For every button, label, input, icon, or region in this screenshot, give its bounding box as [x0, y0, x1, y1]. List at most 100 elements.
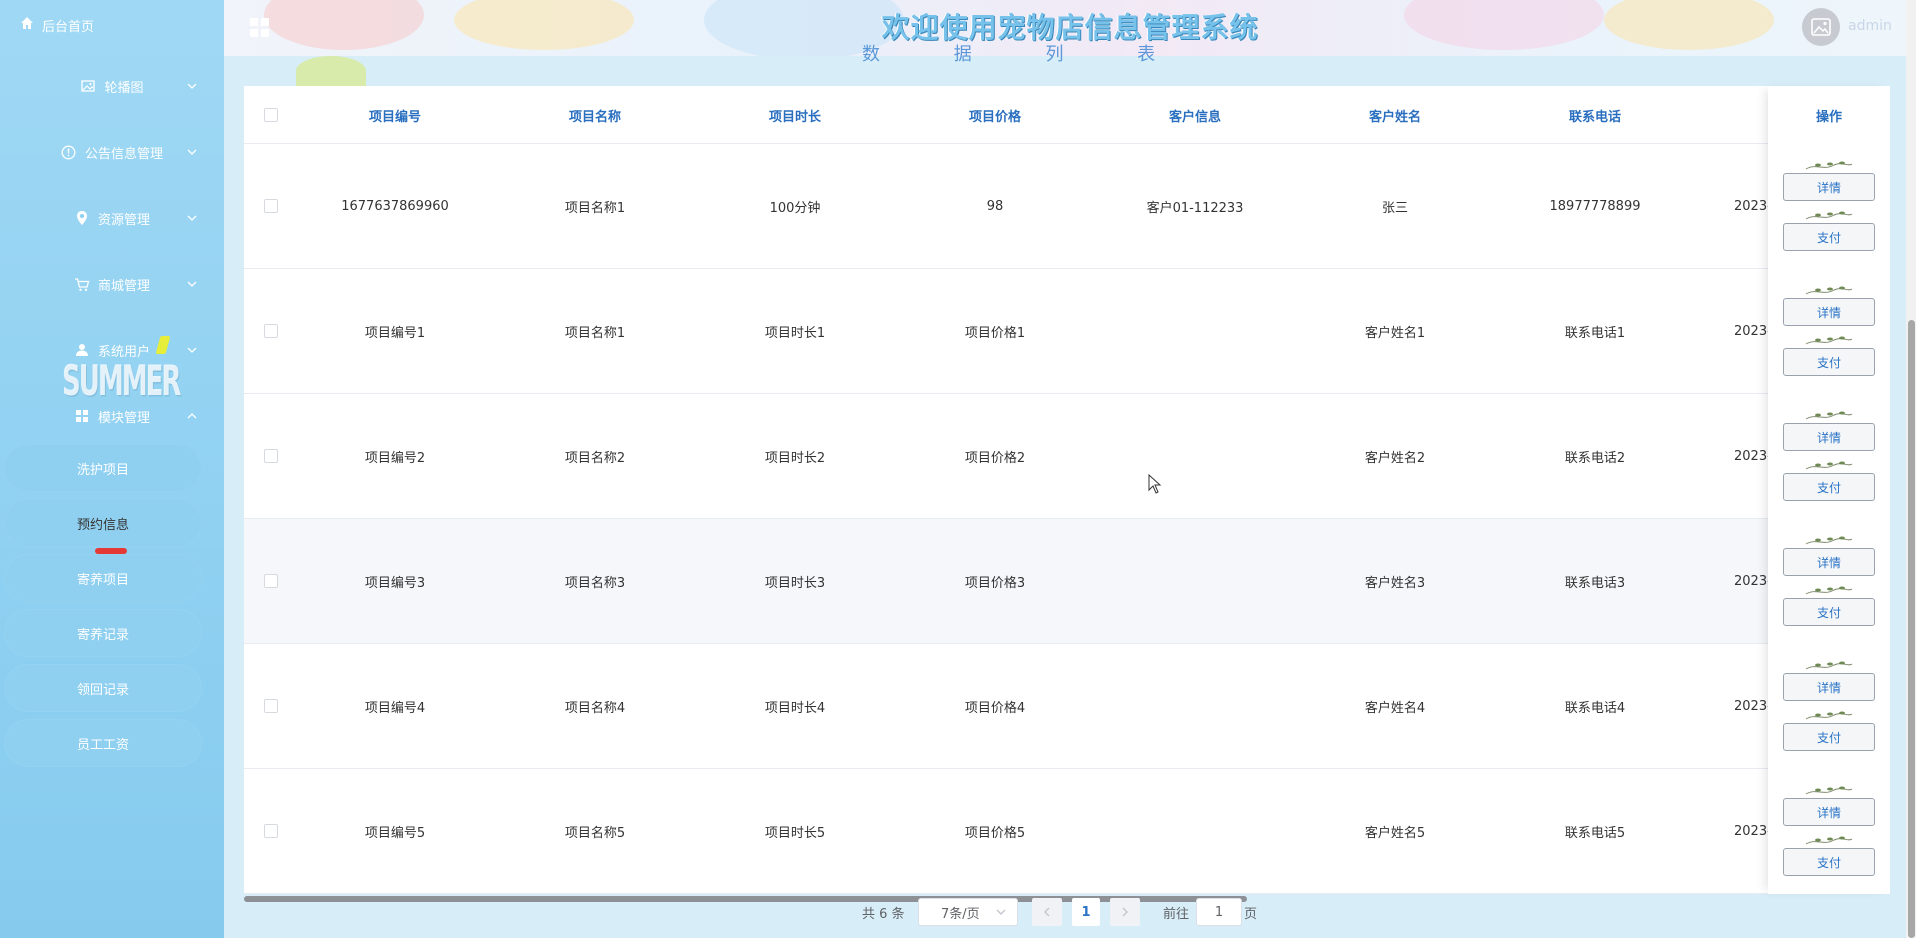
column-header[interactable]: 项目时长 — [720, 86, 870, 144]
vine-decoration — [1805, 586, 1853, 595]
chevron-down-icon — [184, 342, 200, 358]
pay-button[interactable]: 支付 — [1783, 598, 1875, 626]
select-all-checkbox[interactable] — [264, 108, 278, 122]
column-header[interactable]: 项目编号 — [320, 86, 470, 144]
sidebar-menu-shop[interactable]: 商城管理 — [0, 269, 224, 299]
cell-customer-info — [1120, 394, 1270, 518]
detail-button[interactable]: 详情 — [1783, 798, 1875, 826]
goto-page-input[interactable]: 1 — [1196, 898, 1242, 926]
sidebar-menu-label: 资源管理 — [97, 212, 150, 228]
cell-price: 项目价格4 — [964, 700, 1026, 716]
detail-button[interactable]: 详情 — [1783, 423, 1875, 451]
table-row[interactable]: 1677637869960 项目名称1 100分钟 98 客户01-112233… — [244, 144, 1890, 269]
cell-customer-info: 客户01-112233 — [1146, 200, 1244, 216]
sidebar-menu-announcement[interactable]: 公告信息管理 — [0, 137, 224, 167]
vine-decoration — [1805, 536, 1853, 545]
pay-button[interactable]: 支付 — [1783, 723, 1875, 751]
home-icon — [20, 16, 34, 34]
cell-name: 项目名称1 — [564, 325, 626, 341]
table-header: 项目编号 项目名称 项目时长 项目价格 客户信息 客户姓名 联系电话 — [244, 86, 1890, 144]
chevron-up-icon — [184, 408, 200, 424]
sidebar-home[interactable]: 后台首页 — [20, 14, 94, 36]
cell-price: 项目价格1 — [964, 325, 1026, 341]
info-icon — [61, 144, 77, 160]
row-checkbox[interactable] — [264, 324, 278, 338]
prev-page-button[interactable] — [1032, 898, 1062, 926]
sidebar-menu-label: 公告信息管理 — [84, 146, 163, 162]
column-header[interactable]: 客户信息 — [1120, 86, 1270, 144]
cell-duration: 项目时长5 — [764, 825, 826, 841]
sidebar-menu-carousel[interactable]: 轮播图 — [0, 71, 224, 101]
cell-customer-info — [1120, 269, 1270, 393]
chevron-down-icon — [184, 78, 200, 94]
detail-button[interactable]: 详情 — [1783, 548, 1875, 576]
cell-customer-name: 客户姓名4 — [1364, 700, 1426, 716]
cell-phone: 联系电话2 — [1564, 450, 1626, 466]
vine-decoration — [1805, 461, 1853, 470]
table-row[interactable]: 项目编号2 项目名称2 项目时长2 项目价格2 客户姓名2 联系电话2 2023… — [244, 394, 1890, 519]
pay-button[interactable]: 支付 — [1783, 348, 1875, 376]
cell-name: 项目名称3 — [564, 575, 626, 591]
page-number[interactable]: 1 — [1072, 898, 1100, 926]
vine-decoration — [1805, 661, 1853, 670]
vertical-scrollbar[interactable] — [1908, 320, 1915, 938]
table-row[interactable]: 项目编号1 项目名称1 项目时长1 项目价格1 客户姓名1 联系电话1 2023… — [244, 269, 1890, 394]
row-checkbox[interactable] — [264, 449, 278, 463]
page-size-select[interactable]: 7条/页 — [918, 898, 1018, 926]
table-row[interactable]: 项目编号5 项目名称5 项目时长5 项目价格5 客户姓名5 联系电话5 2023… — [244, 769, 1890, 894]
row-checkbox[interactable] — [264, 199, 278, 213]
cell-customer-name: 客户姓名5 — [1364, 825, 1426, 841]
page-size-value: 7条/页 — [941, 906, 980, 922]
pagination-total: 共 6 条 — [862, 907, 905, 922]
cart-icon — [74, 276, 90, 292]
sidebar-sub-pickup-record[interactable]: 领回记录 — [4, 664, 202, 712]
detail-button[interactable]: 详情 — [1783, 673, 1875, 701]
image-icon — [80, 78, 96, 94]
sidebar-menu-label: 轮播图 — [104, 80, 144, 96]
chevron-down-icon — [184, 144, 200, 160]
sidebar-sub-appointment[interactable]: 预约信息 — [4, 499, 202, 547]
avatar[interactable] — [1802, 8, 1840, 46]
chevron-down-icon — [184, 276, 200, 292]
row-checkbox[interactable] — [264, 824, 278, 838]
detail-button[interactable]: 详情 — [1783, 173, 1875, 201]
sidebar-sub-boarding-record[interactable]: 寄养记录 — [4, 609, 202, 657]
pay-button[interactable]: 支付 — [1783, 223, 1875, 251]
column-header[interactable]: 项目名称 — [520, 86, 670, 144]
detail-button[interactable]: 详情 — [1783, 298, 1875, 326]
cell-price: 项目价格2 — [964, 450, 1026, 466]
sidebar-home-label: 后台首页 — [42, 19, 95, 35]
sidebar-sub-boarding-project[interactable]: 寄养项目 — [4, 554, 202, 602]
grid-icon — [74, 408, 90, 424]
cell-duration: 项目时长4 — [764, 700, 826, 716]
sidebar-sub-grooming[interactable]: 洗护项目 — [4, 444, 202, 492]
table-row[interactable]: 项目编号3 项目名称3 项目时长3 项目价格3 客户姓名3 联系电话3 2023… — [244, 519, 1890, 644]
cell-duration: 项目时长2 — [764, 450, 826, 466]
pay-button[interactable]: 支付 — [1783, 848, 1875, 876]
cell-duration: 项目时长1 — [764, 325, 826, 341]
cell-customer-name: 客户姓名3 — [1364, 575, 1426, 591]
cell-price: 项目价格3 — [964, 575, 1026, 591]
username[interactable]: admin — [1848, 18, 1892, 34]
location-icon — [74, 210, 90, 226]
cell-phone: 联系电话4 — [1564, 700, 1626, 716]
cell-price: 项目价格5 — [964, 825, 1026, 841]
sidebar-menu-module[interactable]: 模块管理 — [0, 401, 224, 431]
cell-customer-info — [1120, 644, 1270, 768]
row-checkbox[interactable] — [264, 699, 278, 713]
vine-decoration — [1805, 786, 1853, 795]
pay-button[interactable]: 支付 — [1783, 473, 1875, 501]
row-checkbox[interactable] — [264, 574, 278, 588]
column-header[interactable]: 客户姓名 — [1320, 86, 1470, 144]
column-header[interactable]: 联系电话 — [1520, 86, 1670, 144]
chevron-down-icon — [184, 210, 200, 226]
column-header[interactable]: 项目价格 — [920, 86, 1070, 144]
next-page-button[interactable] — [1110, 898, 1140, 926]
cell-code: 项目编号4 — [364, 700, 426, 716]
table-row[interactable]: 项目编号4 项目名称4 项目时长4 项目价格4 客户姓名4 联系电话4 2023… — [244, 644, 1890, 769]
operation-column: 操作 详情 支付 详情 支付 详情 支付 详情 支付 详情 支付 详情 支付 — [1768, 86, 1890, 894]
sidebar-menu-resource[interactable]: 资源管理 — [0, 203, 224, 233]
sidebar-sub-salary[interactable]: 员工工资 — [4, 719, 202, 767]
background-decoration — [296, 56, 366, 86]
chevron-left-icon — [1044, 907, 1050, 917]
